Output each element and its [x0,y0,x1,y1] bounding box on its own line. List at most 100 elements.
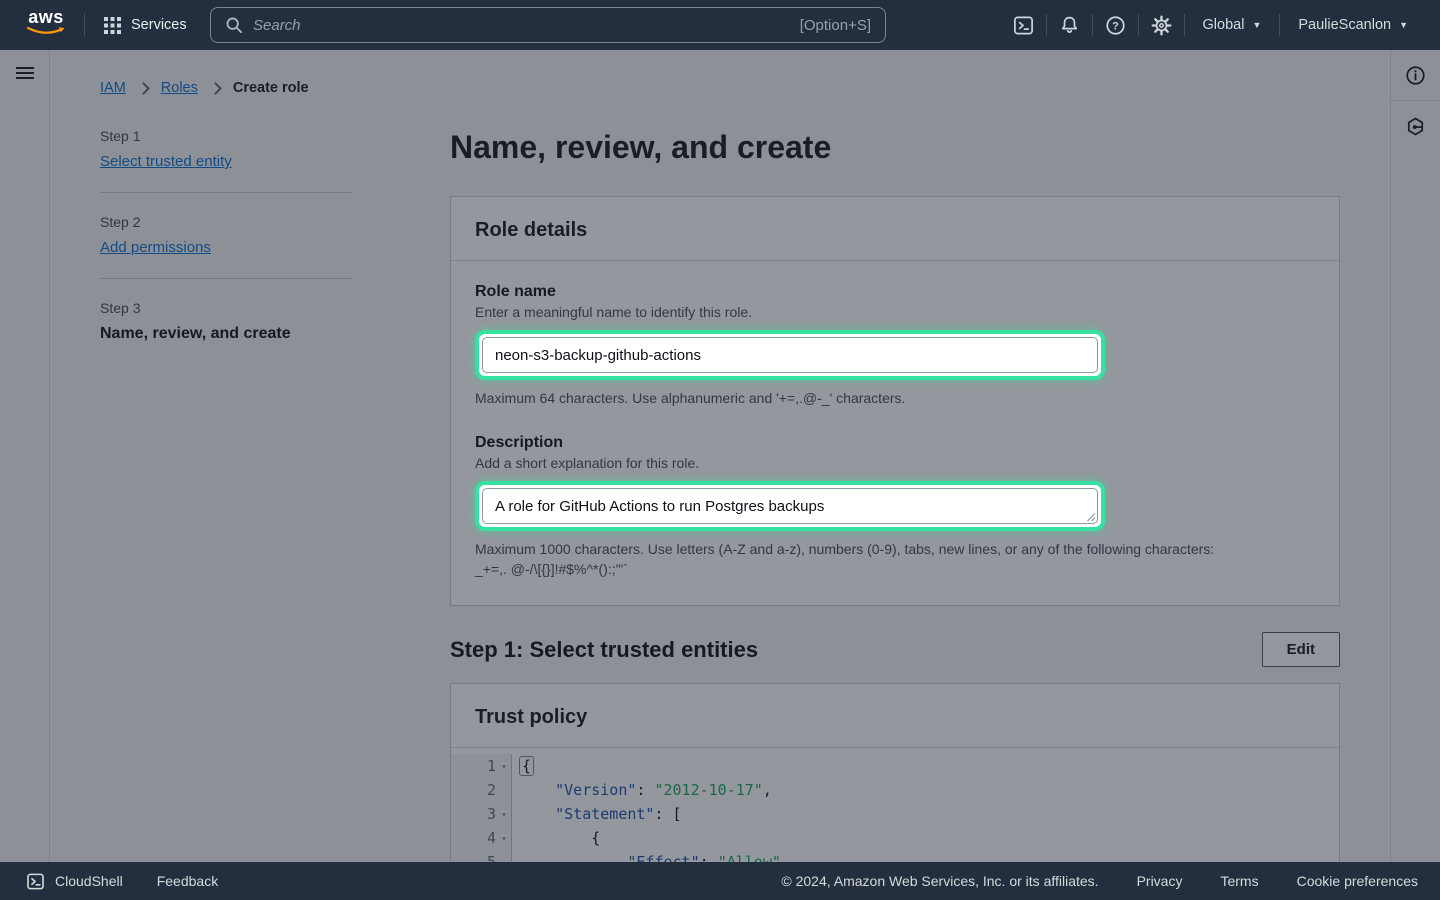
breadcrumb: IAM Roles Create role [100,80,309,96]
line-number: 1 [487,757,497,775]
caret-down-icon: ▼ [1399,21,1408,30]
cloudshell-button[interactable] [1001,0,1046,50]
services-menu-button[interactable]: Services [104,0,187,50]
role-details-card-title: Role details [451,197,1339,261]
cloudshell-icon [1012,14,1035,37]
main-column: Name, review, and create Role details Ro… [450,124,1340,900]
caret-down-icon: ▼ [1252,21,1261,30]
page-content: IAM Roles Create role Step 1 Select trus… [0,50,1440,862]
aws-logo-text: aws [28,9,64,26]
breadcrumb-current: Create role [233,80,309,96]
step-divider [100,278,352,279]
code-text: { [512,757,534,775]
code-gutter: 2 [451,778,512,802]
menu-hamburger-icon [15,66,35,80]
help-button[interactable]: ? [1093,0,1138,50]
footer-copyright: © 2024, Amazon Web Services, Inc. or its… [781,873,1098,889]
svg-text:?: ? [1112,20,1119,32]
resource-panel-button[interactable] [1391,101,1440,151]
footer-terms-link[interactable]: Terms [1220,873,1258,889]
step-number-label: Step 2 [100,214,352,230]
description-description: Add a short explanation for this role. [475,455,1315,471]
left-rail [0,50,50,862]
footer-privacy-link[interactable]: Privacy [1137,873,1183,889]
header-search-input[interactable]: Search [Option+S] [210,7,886,43]
aws-logo[interactable]: aws [26,9,66,36]
step-item-2: Step 2 Add permissions [100,214,352,257]
role-details-card: Role details Role name Enter a meaningfu… [450,196,1340,606]
code-line: 1▾{ [451,754,1339,778]
step-current-title: Name, review, and create [100,325,352,343]
aws-console-window: aws Services Search [Option+ [0,0,1440,900]
settings-gear-icon [1150,14,1173,37]
step-number-label: Step 3 [100,300,352,316]
search-icon [225,16,243,34]
line-number: 4 [487,829,497,847]
breadcrumb-link-roles[interactable]: Roles [161,80,198,96]
wizard-steps-nav: Step 1 Select trusted entity Step 2 Add … [100,128,352,343]
fold-arrow-icon[interactable]: ▾ [497,834,511,843]
topbar-right-controls: ? Global ▼ [1001,0,1440,50]
footer-cloudshell-label: CloudShell [55,873,123,889]
code-gutter: 1▾ [451,754,512,778]
field-gap [475,408,1315,434]
notifications-bell-icon [1058,14,1081,37]
right-rail [1390,50,1440,862]
description-hint-line1: Maximum 1000 characters. Use letters (A-… [475,539,1305,559]
fold-arrow-icon[interactable]: ▾ [497,762,511,771]
line-number: 2 [487,781,497,799]
services-label: Services [131,17,187,33]
description-highlight-ring [475,481,1105,531]
topbar-divider [84,13,85,37]
footer-feedback-link[interactable]: Feedback [157,873,218,889]
cloudshell-icon [26,872,45,891]
footer-cloudshell-button[interactable]: CloudShell [26,872,123,891]
aws-smile-icon [26,26,66,36]
footer-bar: CloudShell Feedback © 2024, Amazon Web S… [0,862,1440,900]
fold-arrow-icon[interactable]: ▾ [497,810,511,819]
code-text: "Statement": [ [512,805,682,823]
breadcrumb-link-iam[interactable]: IAM [100,80,126,96]
services-grid-icon [104,17,121,34]
footer-cookie-preferences-link[interactable]: Cookie preferences [1297,873,1418,889]
code-line: 3▾ "Statement": [ [451,802,1339,826]
notifications-button[interactable] [1047,0,1092,50]
chevron-right-icon [209,82,222,95]
role-name-description: Enter a meaningful name to identify this… [475,304,1315,320]
role-name-input[interactable] [482,337,1098,373]
footer-left: CloudShell Feedback [0,872,218,891]
chevron-right-icon [137,82,150,95]
page-title: Name, review, and create [450,124,1340,170]
description-label: Description [475,434,1315,452]
trusted-entities-section-header: Step 1: Select trusted entities Edit [450,632,1340,667]
role-name-hint: Maximum 64 characters. Use alphanumeric … [475,388,1305,408]
role-details-card-body: Role name Enter a meaningful name to ide… [451,261,1339,605]
description-hint-line2: _+=,. @-/\[{}]!#$%^*():;'"` [475,559,1305,579]
side-menu-toggle[interactable] [0,50,49,96]
info-panel-button[interactable] [1391,50,1440,100]
trusted-entities-section-title: Step 1: Select trusted entities [450,637,758,663]
role-description-textarea[interactable] [482,488,1098,524]
step-link-select-trusted-entity[interactable]: Select trusted entity [100,153,232,170]
settings-button[interactable] [1139,0,1184,50]
region-selector[interactable]: Global ▼ [1185,0,1280,50]
line-number: 3 [487,805,497,823]
account-label: PaulieScanlon [1298,17,1391,33]
edit-button[interactable]: Edit [1262,632,1340,667]
trust-policy-code[interactable]: 1▾{2 "Version": "2012-10-17",3▾ "Stateme… [451,748,1339,874]
top-navigation-bar: aws Services Search [Option+ [0,0,1440,50]
footer-right: © 2024, Amazon Web Services, Inc. or its… [781,873,1440,889]
code-gutter: 4▾ [451,826,512,850]
step-divider [100,192,352,193]
region-label: Global [1203,17,1245,33]
step-link-add-permissions[interactable]: Add permissions [100,239,211,256]
search-placeholder: Search [253,17,800,34]
code-line: 2 "Version": "2012-10-17", [451,778,1339,802]
help-icon: ? [1104,14,1127,37]
role-name-label: Role name [475,283,1315,301]
trust-policy-card-title: Trust policy [451,684,1339,748]
account-menu[interactable]: PaulieScanlon ▼ [1280,0,1426,50]
step-number-label: Step 1 [100,128,352,144]
code-text: "Version": "2012-10-17", [512,781,772,799]
step-item-1: Step 1 Select trusted entity [100,128,352,171]
